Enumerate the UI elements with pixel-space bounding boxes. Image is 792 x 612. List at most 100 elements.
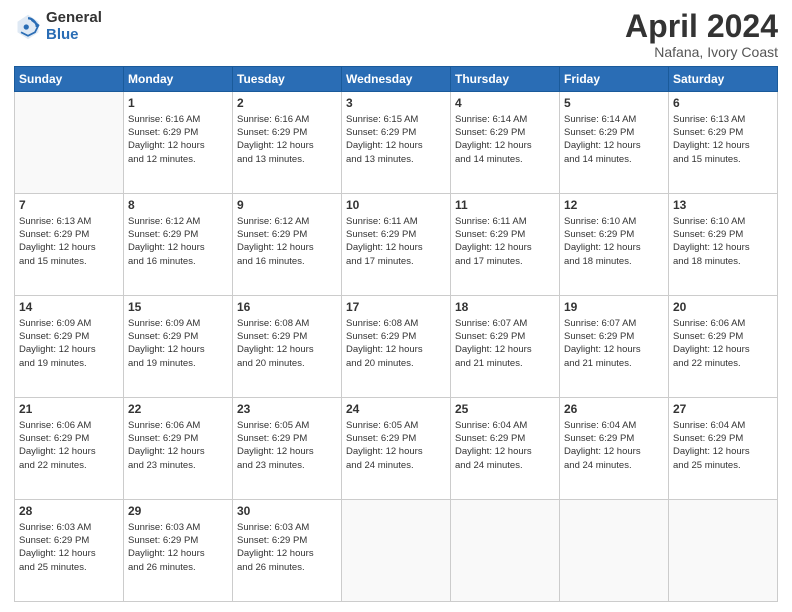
day-number: 13	[673, 197, 773, 214]
day-number: 24	[346, 401, 446, 418]
calendar-cell	[15, 92, 124, 194]
calendar-cell	[342, 500, 451, 602]
day-info: Sunrise: 6:07 AM Sunset: 6:29 PM Dayligh…	[564, 317, 664, 370]
day-number: 20	[673, 299, 773, 316]
day-number: 2	[237, 95, 337, 112]
day-info: Sunrise: 6:14 AM Sunset: 6:29 PM Dayligh…	[564, 113, 664, 166]
day-number: 18	[455, 299, 555, 316]
day-number: 23	[237, 401, 337, 418]
title-block: April 2024 Nafana, Ivory Coast	[625, 10, 778, 60]
day-number: 6	[673, 95, 773, 112]
logo: General Blue	[14, 10, 102, 43]
calendar-cell: 20Sunrise: 6:06 AM Sunset: 6:29 PM Dayli…	[669, 296, 778, 398]
weekday-saturday: Saturday	[669, 67, 778, 92]
day-number: 3	[346, 95, 446, 112]
calendar-cell: 10Sunrise: 6:11 AM Sunset: 6:29 PM Dayli…	[342, 194, 451, 296]
calendar-title: April 2024	[625, 10, 778, 42]
day-info: Sunrise: 6:10 AM Sunset: 6:29 PM Dayligh…	[564, 215, 664, 268]
calendar-cell: 19Sunrise: 6:07 AM Sunset: 6:29 PM Dayli…	[560, 296, 669, 398]
day-info: Sunrise: 6:10 AM Sunset: 6:29 PM Dayligh…	[673, 215, 773, 268]
calendar-cell: 28Sunrise: 6:03 AM Sunset: 6:29 PM Dayli…	[15, 500, 124, 602]
calendar-cell: 16Sunrise: 6:08 AM Sunset: 6:29 PM Dayli…	[233, 296, 342, 398]
day-number: 14	[19, 299, 119, 316]
day-info: Sunrise: 6:04 AM Sunset: 6:29 PM Dayligh…	[673, 419, 773, 472]
day-number: 27	[673, 401, 773, 418]
day-info: Sunrise: 6:13 AM Sunset: 6:29 PM Dayligh…	[673, 113, 773, 166]
calendar-cell: 1Sunrise: 6:16 AM Sunset: 6:29 PM Daylig…	[124, 92, 233, 194]
day-info: Sunrise: 6:04 AM Sunset: 6:29 PM Dayligh…	[564, 419, 664, 472]
calendar-cell: 12Sunrise: 6:10 AM Sunset: 6:29 PM Dayli…	[560, 194, 669, 296]
weekday-thursday: Thursday	[451, 67, 560, 92]
day-info: Sunrise: 6:03 AM Sunset: 6:29 PM Dayligh…	[128, 521, 228, 574]
calendar-cell: 21Sunrise: 6:06 AM Sunset: 6:29 PM Dayli…	[15, 398, 124, 500]
day-number: 17	[346, 299, 446, 316]
day-info: Sunrise: 6:13 AM Sunset: 6:29 PM Dayligh…	[19, 215, 119, 268]
calendar-header: SundayMondayTuesdayWednesdayThursdayFrid…	[15, 67, 778, 92]
day-info: Sunrise: 6:11 AM Sunset: 6:29 PM Dayligh…	[455, 215, 555, 268]
day-number: 26	[564, 401, 664, 418]
day-info: Sunrise: 6:05 AM Sunset: 6:29 PM Dayligh…	[346, 419, 446, 472]
day-number: 21	[19, 401, 119, 418]
day-number: 1	[128, 95, 228, 112]
day-info: Sunrise: 6:16 AM Sunset: 6:29 PM Dayligh…	[128, 113, 228, 166]
calendar-cell	[451, 500, 560, 602]
day-number: 15	[128, 299, 228, 316]
calendar-cell: 7Sunrise: 6:13 AM Sunset: 6:29 PM Daylig…	[15, 194, 124, 296]
day-info: Sunrise: 6:04 AM Sunset: 6:29 PM Dayligh…	[455, 419, 555, 472]
calendar-cell: 26Sunrise: 6:04 AM Sunset: 6:29 PM Dayli…	[560, 398, 669, 500]
day-info: Sunrise: 6:06 AM Sunset: 6:29 PM Dayligh…	[673, 317, 773, 370]
day-number: 12	[564, 197, 664, 214]
day-info: Sunrise: 6:08 AM Sunset: 6:29 PM Dayligh…	[346, 317, 446, 370]
week-row-0: 1Sunrise: 6:16 AM Sunset: 6:29 PM Daylig…	[15, 92, 778, 194]
logo-icon	[14, 13, 42, 41]
calendar-cell: 23Sunrise: 6:05 AM Sunset: 6:29 PM Dayli…	[233, 398, 342, 500]
day-number: 16	[237, 299, 337, 316]
day-number: 7	[19, 197, 119, 214]
calendar-cell: 6Sunrise: 6:13 AM Sunset: 6:29 PM Daylig…	[669, 92, 778, 194]
day-info: Sunrise: 6:03 AM Sunset: 6:29 PM Dayligh…	[237, 521, 337, 574]
calendar-cell: 3Sunrise: 6:15 AM Sunset: 6:29 PM Daylig…	[342, 92, 451, 194]
calendar-cell: 17Sunrise: 6:08 AM Sunset: 6:29 PM Dayli…	[342, 296, 451, 398]
day-number: 8	[128, 197, 228, 214]
week-row-2: 14Sunrise: 6:09 AM Sunset: 6:29 PM Dayli…	[15, 296, 778, 398]
day-number: 25	[455, 401, 555, 418]
weekday-header-row: SundayMondayTuesdayWednesdayThursdayFrid…	[15, 67, 778, 92]
calendar-cell: 29Sunrise: 6:03 AM Sunset: 6:29 PM Dayli…	[124, 500, 233, 602]
week-row-4: 28Sunrise: 6:03 AM Sunset: 6:29 PM Dayli…	[15, 500, 778, 602]
week-row-1: 7Sunrise: 6:13 AM Sunset: 6:29 PM Daylig…	[15, 194, 778, 296]
day-number: 19	[564, 299, 664, 316]
day-info: Sunrise: 6:09 AM Sunset: 6:29 PM Dayligh…	[19, 317, 119, 370]
weekday-monday: Monday	[124, 67, 233, 92]
weekday-tuesday: Tuesday	[233, 67, 342, 92]
day-info: Sunrise: 6:07 AM Sunset: 6:29 PM Dayligh…	[455, 317, 555, 370]
day-number: 28	[19, 503, 119, 520]
logo-general-text: General	[46, 10, 102, 27]
calendar-cell: 8Sunrise: 6:12 AM Sunset: 6:29 PM Daylig…	[124, 194, 233, 296]
calendar-cell: 18Sunrise: 6:07 AM Sunset: 6:29 PM Dayli…	[451, 296, 560, 398]
day-number: 22	[128, 401, 228, 418]
calendar-cell: 14Sunrise: 6:09 AM Sunset: 6:29 PM Dayli…	[15, 296, 124, 398]
calendar-body: 1Sunrise: 6:16 AM Sunset: 6:29 PM Daylig…	[15, 92, 778, 602]
day-info: Sunrise: 6:06 AM Sunset: 6:29 PM Dayligh…	[19, 419, 119, 472]
calendar-cell: 25Sunrise: 6:04 AM Sunset: 6:29 PM Dayli…	[451, 398, 560, 500]
day-info: Sunrise: 6:12 AM Sunset: 6:29 PM Dayligh…	[237, 215, 337, 268]
day-info: Sunrise: 6:14 AM Sunset: 6:29 PM Dayligh…	[455, 113, 555, 166]
logo-blue-text: Blue	[46, 27, 102, 44]
day-number: 9	[237, 197, 337, 214]
calendar-cell	[669, 500, 778, 602]
calendar-cell: 27Sunrise: 6:04 AM Sunset: 6:29 PM Dayli…	[669, 398, 778, 500]
day-number: 11	[455, 197, 555, 214]
day-number: 4	[455, 95, 555, 112]
weekday-friday: Friday	[560, 67, 669, 92]
week-row-3: 21Sunrise: 6:06 AM Sunset: 6:29 PM Dayli…	[15, 398, 778, 500]
day-info: Sunrise: 6:08 AM Sunset: 6:29 PM Dayligh…	[237, 317, 337, 370]
calendar-cell: 2Sunrise: 6:16 AM Sunset: 6:29 PM Daylig…	[233, 92, 342, 194]
day-info: Sunrise: 6:03 AM Sunset: 6:29 PM Dayligh…	[19, 521, 119, 574]
calendar-cell: 4Sunrise: 6:14 AM Sunset: 6:29 PM Daylig…	[451, 92, 560, 194]
calendar-cell: 24Sunrise: 6:05 AM Sunset: 6:29 PM Dayli…	[342, 398, 451, 500]
day-info: Sunrise: 6:16 AM Sunset: 6:29 PM Dayligh…	[237, 113, 337, 166]
calendar-cell: 15Sunrise: 6:09 AM Sunset: 6:29 PM Dayli…	[124, 296, 233, 398]
weekday-sunday: Sunday	[15, 67, 124, 92]
day-info: Sunrise: 6:12 AM Sunset: 6:29 PM Dayligh…	[128, 215, 228, 268]
page: General Blue April 2024 Nafana, Ivory Co…	[0, 0, 792, 612]
